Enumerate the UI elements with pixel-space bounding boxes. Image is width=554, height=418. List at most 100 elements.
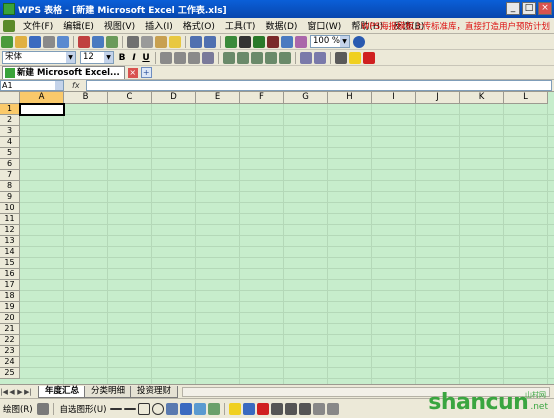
percent-icon[interactable] [237, 51, 249, 64]
row-header[interactable]: 8 [0, 181, 20, 192]
arrow-icon[interactable] [124, 407, 137, 410]
prev-sheet-icon[interactable]: ◀ [8, 388, 16, 396]
row-header[interactable]: 3 [0, 126, 20, 137]
row-header[interactable]: 13 [0, 236, 20, 247]
column-header[interactable]: B [64, 92, 108, 104]
menu-data[interactable]: 数据(D) [260, 19, 302, 32]
merge-center-icon[interactable] [202, 51, 214, 64]
active-cell[interactable] [19, 103, 65, 116]
help-icon[interactable] [353, 35, 365, 48]
row-header[interactable]: 14 [0, 247, 20, 258]
spellcheck-icon[interactable] [92, 35, 104, 48]
font-size-select[interactable]: 12 ▼ [80, 51, 114, 64]
picture-icon[interactable] [208, 402, 221, 415]
row-header[interactable]: 24 [0, 357, 20, 368]
autoshapes-button[interactable]: 自选图形(U) [60, 403, 107, 415]
line-style-icon[interactable] [271, 402, 284, 415]
menu-edit[interactable]: 编辑(E) [58, 19, 99, 32]
shadow-icon[interactable] [313, 402, 326, 415]
row-header[interactable]: 5 [0, 148, 20, 159]
maximize-button[interactable]: □ [522, 2, 536, 15]
row-header[interactable]: 2 [0, 115, 20, 126]
redo-icon[interactable] [204, 35, 216, 48]
menu-format[interactable]: 格式(O) [178, 19, 220, 32]
row-header[interactable]: 10 [0, 203, 20, 214]
column-header[interactable]: F [240, 92, 284, 104]
underline-button[interactable]: U [140, 53, 152, 63]
promo-link[interactable]: WPS海报模板上传标准库，直接打造用户预防计划 [361, 20, 550, 32]
row-header[interactable]: 1 [0, 104, 20, 115]
close-button[interactable]: × [538, 2, 552, 15]
row-header[interactable]: 23 [0, 346, 20, 357]
copy-icon[interactable] [141, 35, 153, 48]
line-color-icon[interactable] [243, 402, 256, 415]
font-color-icon[interactable] [363, 51, 375, 64]
paste-icon[interactable] [155, 35, 167, 48]
line-icon[interactable] [110, 407, 123, 410]
row-header[interactable]: 9 [0, 192, 20, 203]
clipart-icon[interactable] [194, 402, 207, 415]
cut-icon[interactable] [127, 35, 139, 48]
dash-style-icon[interactable] [285, 402, 298, 415]
bold-button[interactable]: B [116, 53, 128, 63]
comma-style-icon[interactable] [251, 51, 263, 64]
research-icon[interactable] [106, 35, 118, 48]
align-right-icon[interactable] [188, 51, 200, 64]
row-header[interactable]: 6 [0, 159, 20, 170]
column-header[interactable]: L [504, 92, 548, 104]
new-icon[interactable] [1, 35, 13, 48]
row-header[interactable]: 19 [0, 302, 20, 313]
borders-icon[interactable] [335, 51, 347, 64]
currency-icon[interactable] [223, 51, 235, 64]
row-header[interactable]: 21 [0, 324, 20, 335]
menu-window[interactable]: 窗口(W) [302, 19, 346, 32]
first-sheet-icon[interactable]: |◀ [0, 388, 8, 396]
name-box[interactable]: A1 [0, 80, 64, 91]
fill-color-icon[interactable] [229, 402, 242, 415]
row-header[interactable]: 18 [0, 291, 20, 302]
column-header[interactable]: I [372, 92, 416, 104]
menu-view[interactable]: 视图(V) [99, 19, 140, 32]
row-header[interactable]: 16 [0, 269, 20, 280]
chart-icon[interactable] [281, 35, 293, 48]
fill-color-icon[interactable] [349, 51, 361, 64]
italic-button[interactable]: I [128, 53, 140, 63]
align-left-icon[interactable] [160, 51, 172, 64]
column-header[interactable]: E [196, 92, 240, 104]
sort-descending-icon[interactable] [267, 35, 279, 48]
font-color-icon[interactable] [257, 402, 270, 415]
row-header[interactable]: 11 [0, 214, 20, 225]
sheet-tab-category-detail[interactable]: 分类明细 [84, 385, 133, 398]
increase-indent-icon[interactable] [314, 51, 326, 64]
autosum-icon[interactable] [239, 35, 251, 48]
save-icon[interactable] [29, 35, 41, 48]
minimize-button[interactable]: _ [506, 2, 520, 15]
next-sheet-icon[interactable]: ▶ [16, 388, 24, 396]
3d-icon[interactable] [327, 402, 340, 415]
decrease-indent-icon[interactable] [300, 51, 312, 64]
last-sheet-icon[interactable]: ▶| [24, 388, 32, 396]
hyperlink-icon[interactable] [225, 35, 237, 48]
column-header[interactable]: H [328, 92, 372, 104]
row-header[interactable]: 7 [0, 170, 20, 181]
new-tab-icon[interactable]: + [140, 67, 152, 78]
decrease-decimal-icon[interactable] [279, 51, 291, 64]
row-header[interactable]: 4 [0, 137, 20, 148]
row-header[interactable]: 17 [0, 280, 20, 291]
column-header[interactable]: C [108, 92, 152, 104]
column-header[interactable]: D [152, 92, 196, 104]
font-name-select[interactable]: 宋体 ▼ [2, 51, 76, 64]
document-tab[interactable]: 新建 Microsoft Excel... [2, 66, 125, 79]
menu-tools[interactable]: 工具(T) [220, 19, 261, 32]
close-tab-icon[interactable]: × [127, 67, 138, 78]
sort-ascending-icon[interactable] [253, 35, 265, 48]
drawing-icon[interactable] [295, 35, 307, 48]
row-header[interactable]: 15 [0, 258, 20, 269]
rectangle-icon[interactable] [138, 402, 151, 415]
print-preview-icon[interactable] [57, 35, 69, 48]
textbox-icon[interactable] [166, 402, 179, 415]
row-header[interactable]: 22 [0, 335, 20, 346]
row-header[interactable]: 12 [0, 225, 20, 236]
print-icon[interactable] [43, 35, 55, 48]
increase-decimal-icon[interactable] [265, 51, 277, 64]
